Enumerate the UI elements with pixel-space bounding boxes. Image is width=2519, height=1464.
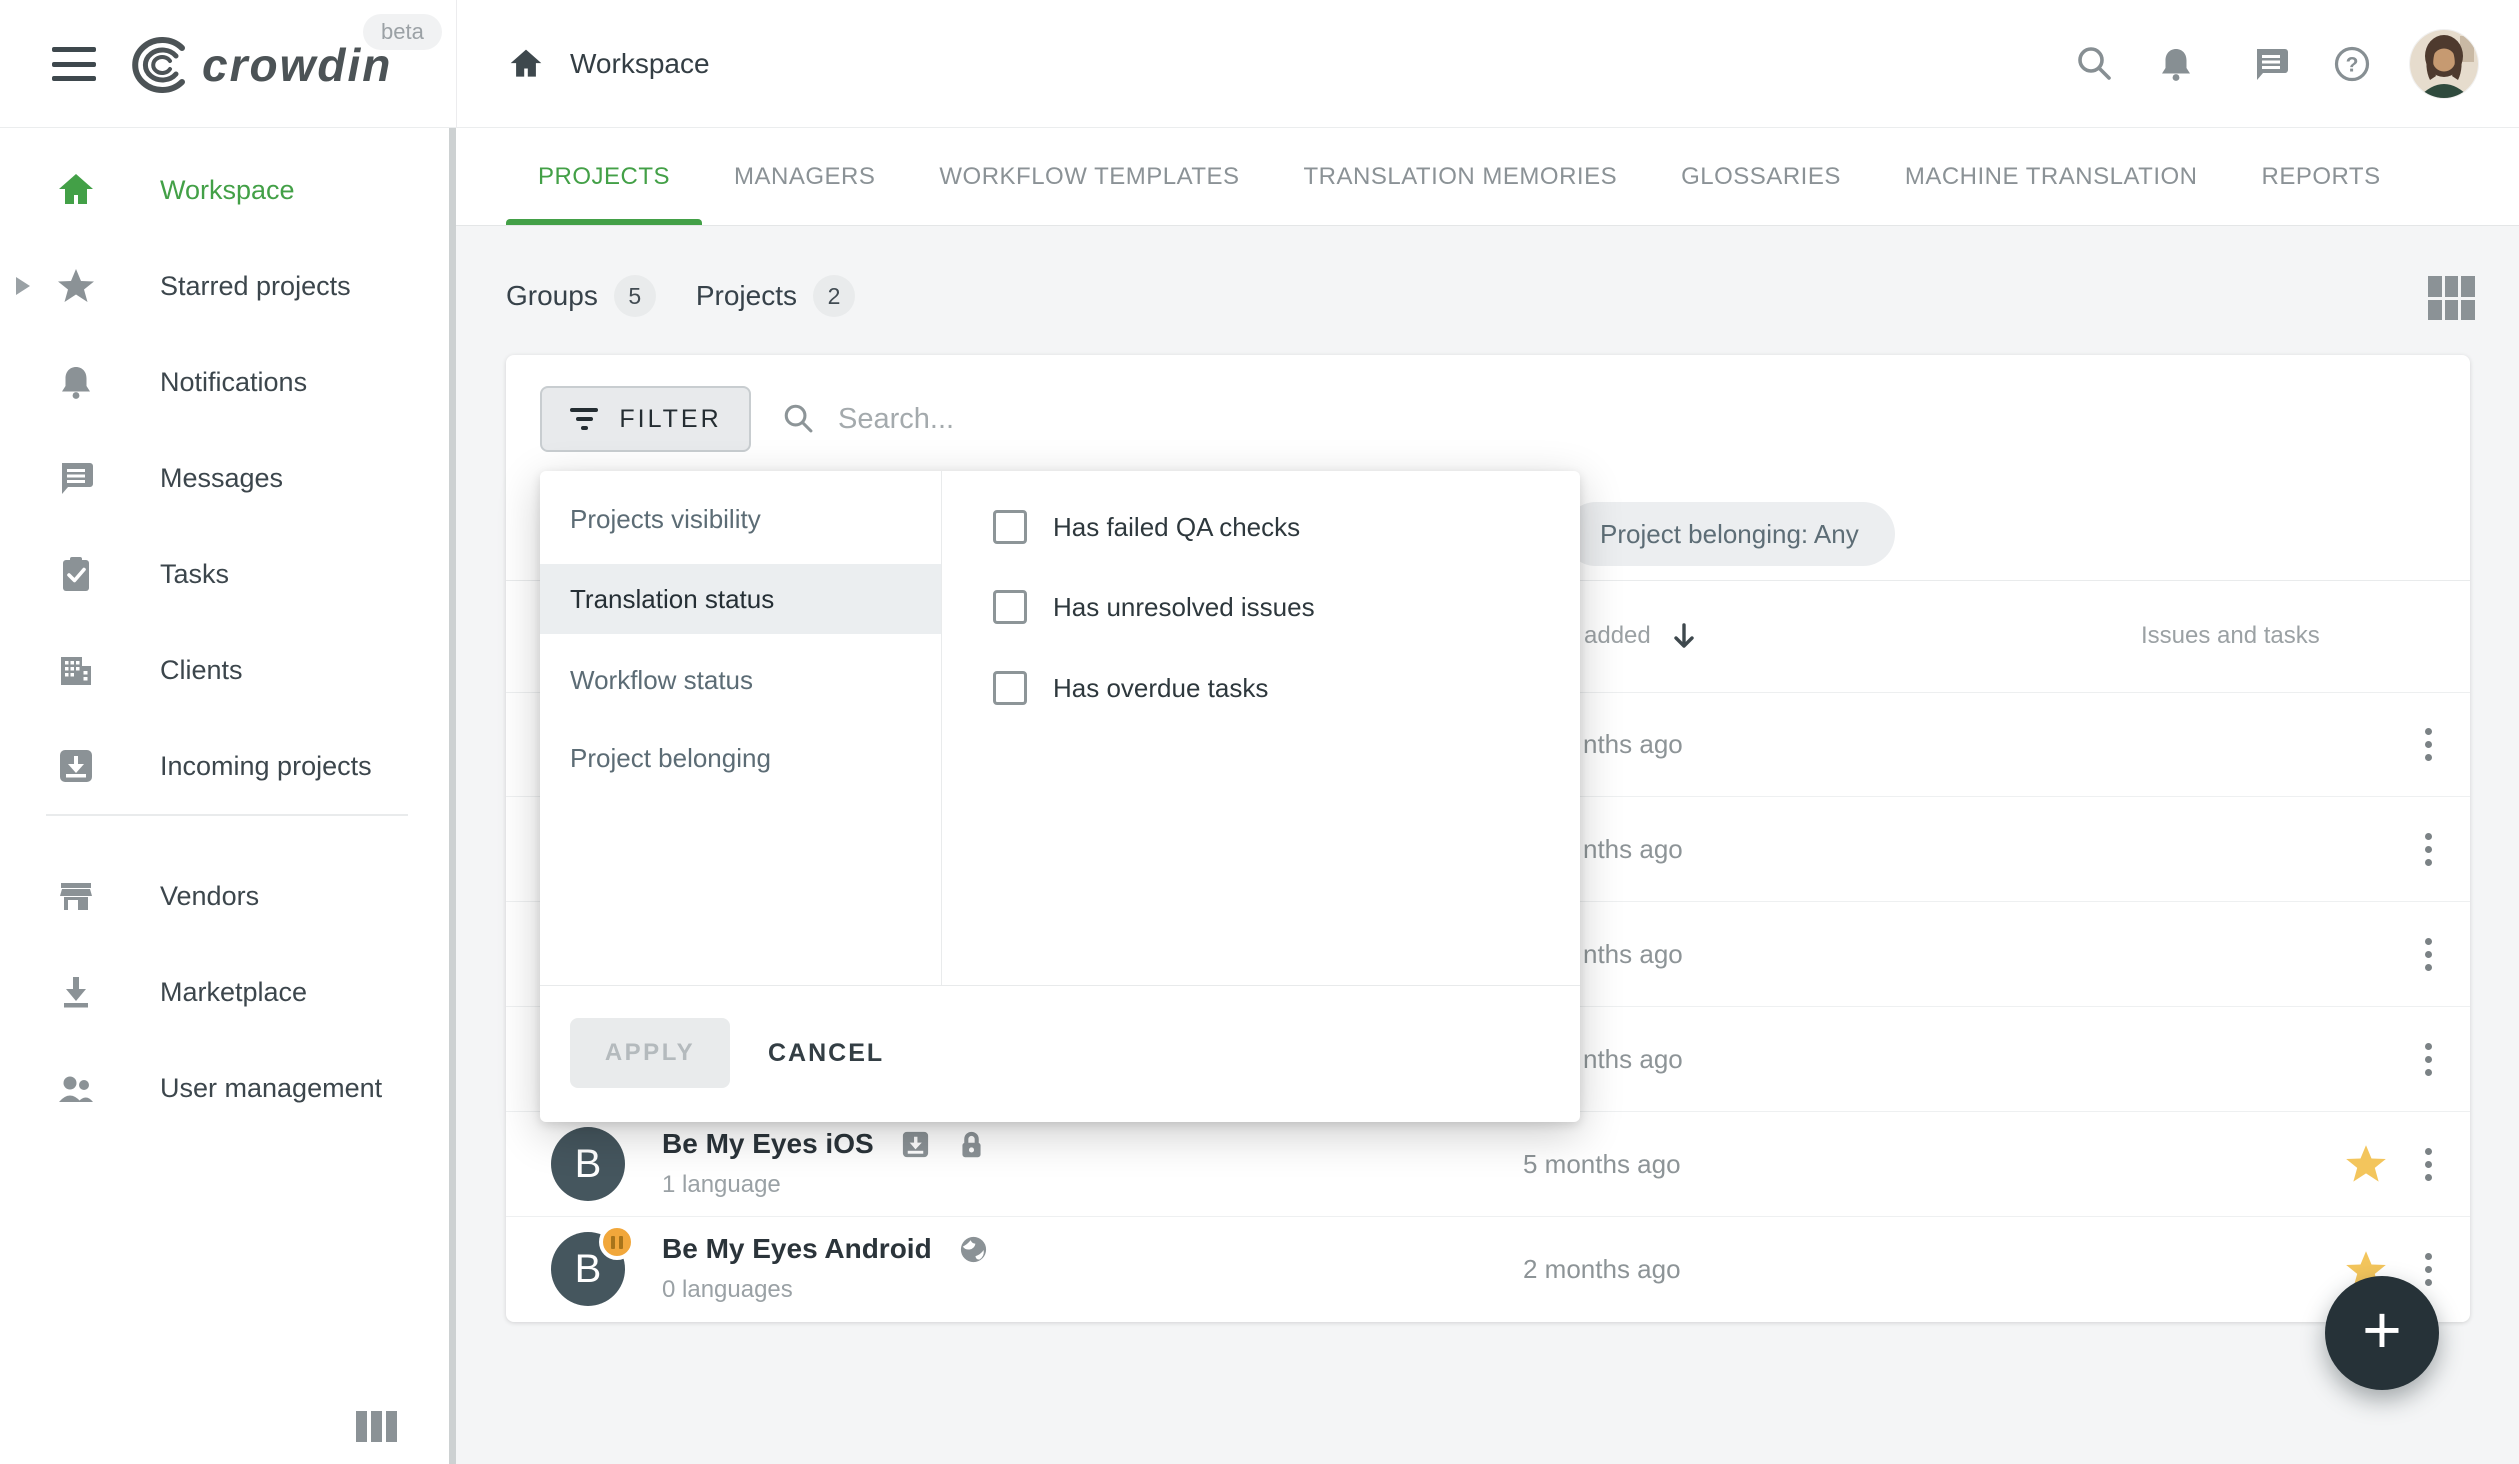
sidebar-item-messages[interactable]: Messages	[0, 430, 456, 526]
filter-menu-projects-visibility[interactable]: Projects visibility	[540, 484, 941, 554]
incoming-project-icon	[900, 1129, 931, 1160]
table-row-be-my-eyes-android[interactable]: B Be My Eyes Android 0 languages 2 month…	[506, 1217, 2470, 1322]
column-header-issues-tasks: Issues and tasks	[2141, 614, 2320, 658]
project-avatar: B	[551, 1127, 625, 1201]
storefront-icon	[56, 876, 96, 916]
tab-managers[interactable]: MANAGERS	[702, 128, 907, 225]
checkbox-icon[interactable]	[993, 671, 1027, 705]
tab-translation-memories[interactable]: TRANSLATION MEMORIES	[1272, 128, 1650, 225]
download-icon	[56, 972, 96, 1012]
row-menu-icon[interactable]	[2406, 1140, 2450, 1188]
filter-button[interactable]: FILTER	[540, 386, 751, 452]
sidebar-item-incoming-projects[interactable]: Incoming projects	[0, 718, 456, 814]
divider	[540, 985, 1580, 986]
tab-workflow-templates[interactable]: WORKFLOW TEMPLATES	[907, 128, 1271, 225]
sidebar-item-vendors[interactable]: Vendors	[0, 848, 456, 944]
row-menu-icon[interactable]	[2406, 930, 2450, 978]
expand-caret-icon[interactable]	[16, 277, 30, 295]
column-header-added[interactable]: added	[1584, 614, 1697, 658]
crowdin-logo[interactable]: crowdin	[126, 36, 392, 94]
search-bar	[782, 386, 1538, 452]
project-languages: 1 language	[662, 1171, 986, 1199]
filter-icon	[569, 406, 599, 432]
people-icon	[56, 1068, 96, 1108]
globe-icon	[958, 1234, 989, 1265]
tab-machine-translation[interactable]: MACHINE TRANSLATION	[1873, 128, 2230, 225]
table-row-be-my-eyes-ios[interactable]: B Be My Eyes iOS 1 language 5 months ago	[506, 1112, 2470, 1217]
star-icon	[56, 266, 96, 306]
sidebar-scrollbar[interactable]	[449, 128, 456, 1464]
project-belonging-chip[interactable]: Project belonging: Any	[1564, 502, 1895, 566]
filter-menu-translation-status[interactable]: Translation status	[540, 564, 941, 634]
option-has-overdue-tasks[interactable]: Has overdue tasks	[993, 668, 1268, 708]
groups-count-badge: 5	[614, 275, 656, 317]
grid-view-icon[interactable]	[2428, 276, 2475, 320]
cancel-button[interactable]: CANCEL	[768, 1018, 884, 1088]
projects-count-badge: 2	[813, 275, 855, 317]
plus-icon: +	[2362, 1296, 2402, 1364]
sidebar-item-clients[interactable]: Clients	[0, 622, 456, 718]
filter-menu-project-belonging[interactable]: Project belonging	[540, 723, 941, 793]
building-icon	[56, 650, 96, 690]
search-input[interactable]	[838, 403, 1538, 436]
message-icon	[56, 458, 96, 498]
collapse-columns-icon[interactable]	[356, 1411, 397, 1442]
sidebar-item-user-management[interactable]: User management	[0, 1040, 456, 1136]
inbox-arrow-icon	[56, 746, 96, 786]
project-name[interactable]: Be My Eyes Android	[662, 1233, 932, 1265]
star-icon[interactable]	[2344, 1142, 2388, 1186]
sidebar-item-workspace[interactable]: Workspace	[0, 142, 456, 238]
breadcrumb[interactable]: Workspace	[508, 0, 710, 128]
home-icon	[56, 170, 96, 210]
projects-toggle[interactable]: Projects 2	[696, 275, 855, 317]
sidebar-item-notifications[interactable]: Notifications	[0, 334, 456, 430]
beta-badge: beta	[363, 14, 442, 50]
checkbox-icon[interactable]	[993, 590, 1027, 624]
apply-button[interactable]: APPLY	[570, 1018, 730, 1088]
top-header: crowdin beta Workspace ?	[0, 0, 2519, 128]
project-name[interactable]: Be My Eyes iOS	[662, 1128, 874, 1160]
groups-toggle[interactable]: Groups 5	[506, 275, 656, 317]
filter-menu-workflow-status[interactable]: Workflow status	[540, 645, 941, 715]
option-has-failed-qa-checks[interactable]: Has failed QA checks	[993, 507, 1300, 547]
project-languages: 0 languages	[662, 1276, 989, 1304]
notifications-bell-icon[interactable]	[2156, 44, 2196, 84]
filter-panel: Projects visibility Translation status W…	[540, 471, 1580, 1122]
header-divider	[456, 0, 457, 128]
search-icon[interactable]	[2075, 44, 2115, 84]
filter-panel-menu: Projects visibility Translation status W…	[540, 471, 942, 985]
clipboard-check-icon	[56, 554, 96, 594]
help-icon[interactable]: ?	[2332, 44, 2372, 84]
project-avatar: B	[551, 1232, 625, 1306]
checkbox-icon[interactable]	[993, 510, 1027, 544]
search-icon	[782, 402, 816, 436]
row-menu-icon[interactable]	[2406, 720, 2450, 768]
sidebar-divider	[46, 814, 408, 816]
page-title: Workspace	[570, 48, 710, 80]
sidebar: Workspace Starred projects Notifications…	[0, 128, 456, 1464]
sort-desc-arrow-icon	[1671, 621, 1697, 651]
home-icon	[508, 46, 544, 82]
sidebar-item-marketplace[interactable]: Marketplace	[0, 944, 456, 1040]
crowdin-swoosh-icon	[126, 36, 192, 94]
row-menu-icon[interactable]	[2406, 825, 2450, 873]
bell-icon	[56, 362, 96, 402]
paused-badge-icon	[599, 1224, 635, 1260]
menu-icon[interactable]	[52, 47, 96, 81]
sidebar-item-tasks[interactable]: Tasks	[0, 526, 456, 622]
row-menu-icon[interactable]	[2406, 1035, 2450, 1083]
count-toolbar: Groups 5 Projects 2	[506, 252, 895, 340]
tab-glossaries[interactable]: GLOSSARIES	[1649, 128, 1873, 225]
create-project-fab[interactable]: +	[2325, 1276, 2439, 1390]
option-has-unresolved-issues[interactable]: Has unresolved issues	[993, 587, 1315, 627]
tab-reports[interactable]: REPORTS	[2230, 128, 2413, 225]
svg-text:?: ?	[2346, 54, 2359, 77]
main-tabbar: PROJECTS MANAGERS WORKFLOW TEMPLATES TRA…	[456, 128, 2519, 226]
sidebar-item-starred-projects[interactable]: Starred projects	[0, 238, 456, 334]
user-avatar[interactable]	[2410, 30, 2478, 98]
lock-icon	[957, 1129, 986, 1160]
messages-chat-icon[interactable]	[2251, 44, 2291, 84]
logo-wordmark: crowdin	[202, 38, 392, 92]
tab-projects[interactable]: PROJECTS	[506, 128, 702, 225]
